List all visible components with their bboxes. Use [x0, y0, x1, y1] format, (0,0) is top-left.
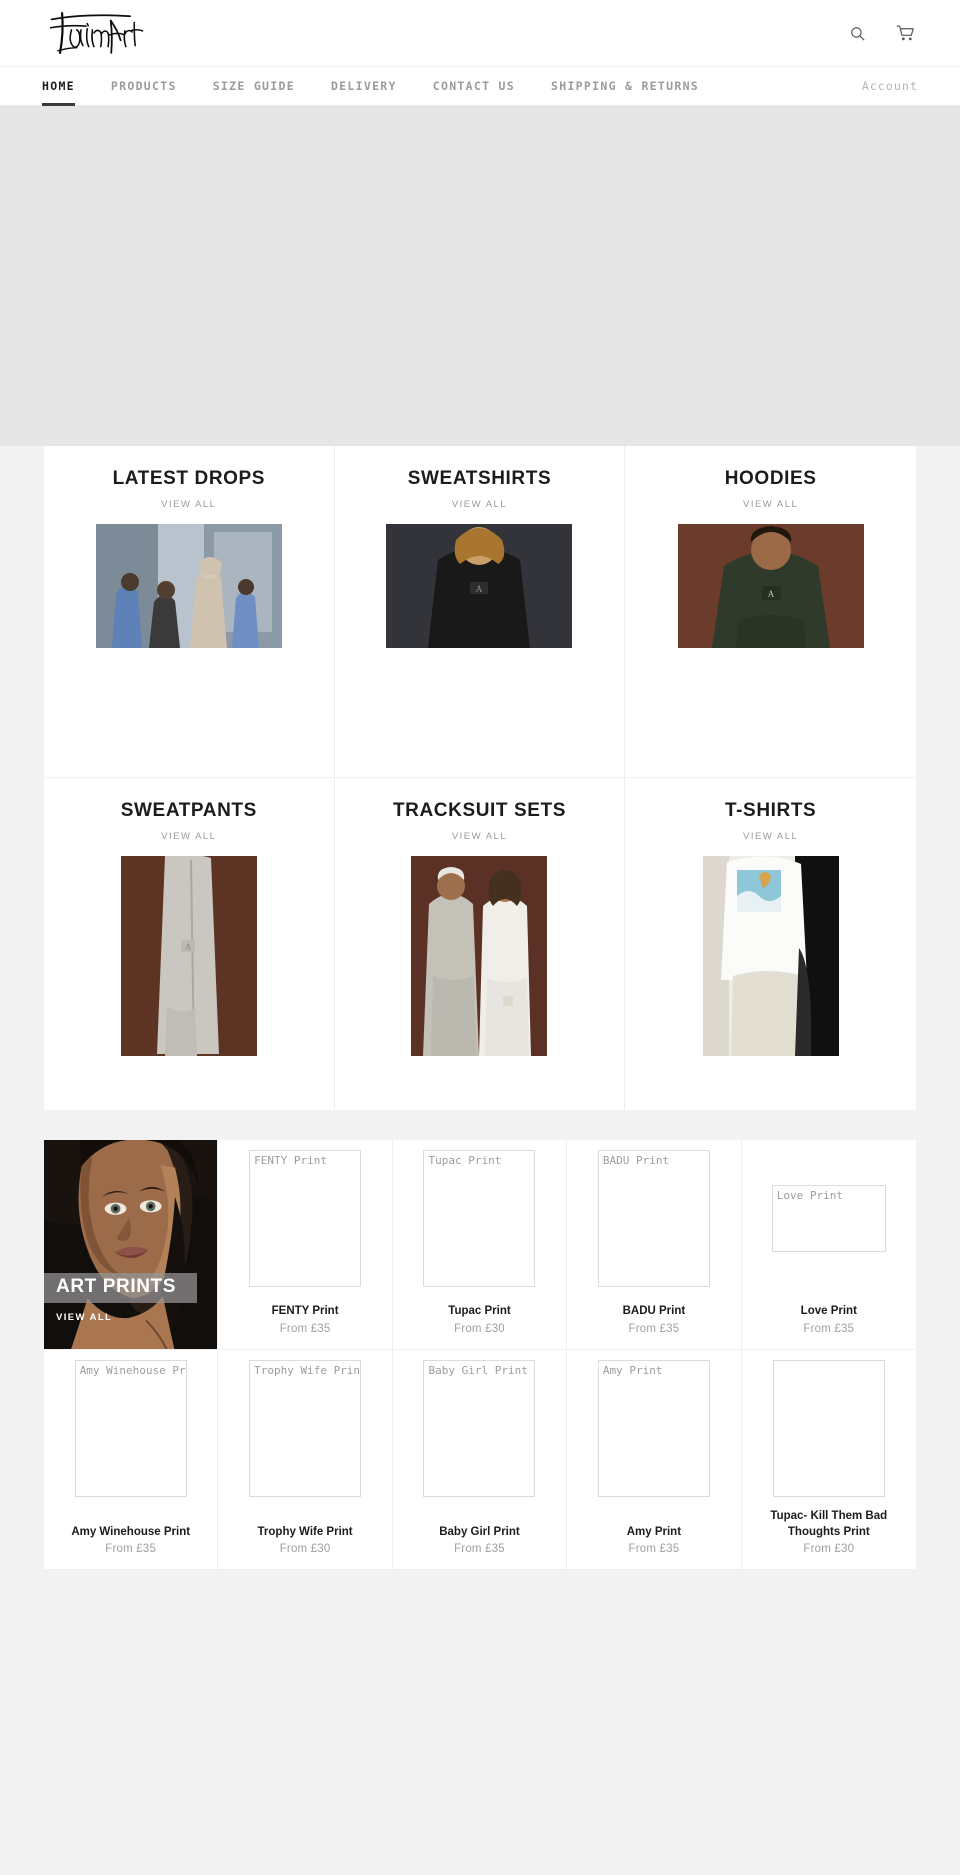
- product-title: Love Print: [800, 1305, 857, 1318]
- collection-card-art-prints[interactable]: ART PRINTS VIEW ALL: [44, 1140, 219, 1350]
- site-logo[interactable]: [36, 10, 147, 56]
- collection-title: SWEATPANTS: [120, 800, 257, 821]
- collection-card-latest-drops[interactable]: LATEST DROPS VIEW ALL: [44, 446, 335, 778]
- homepage: HOME PRODUCTS SIZE GUIDE DELIVERY CONTAC…: [0, 0, 960, 1571]
- collection-view-all[interactable]: VIEW ALL: [452, 499, 507, 510]
- account-link[interactable]: Account: [862, 67, 924, 105]
- collection-card-sweatshirts[interactable]: SWEATSHIRTS VIEW ALL A: [334, 446, 626, 778]
- header-actions: [844, 20, 924, 46]
- product-price: From £35: [454, 1543, 505, 1556]
- product-title: Tupac Print: [448, 1305, 511, 1318]
- collection-view-all[interactable]: VIEW ALL: [743, 831, 798, 842]
- collection-card-sweatpants[interactable]: SWEATPANTS VIEW ALL A: [44, 778, 335, 1110]
- collections-grid: LATEST DROPS VIEW ALL SWEATSHIRTS VIEW A…: [44, 446, 916, 1110]
- product-meta: Amy Print From £35: [575, 1513, 732, 1556]
- product-image-placeholder: Tupac Print: [423, 1150, 536, 1287]
- collection-title: T-SHIRTS: [724, 800, 817, 821]
- product-meta: Love Print From £35: [750, 1292, 908, 1335]
- collection-view-all[interactable]: VIEW ALL: [161, 831, 216, 842]
- product-title: FENTY Print: [271, 1305, 339, 1318]
- collection-image-t-shirts: [702, 856, 839, 1056]
- product-meta: Tupac Print From £30: [401, 1292, 558, 1335]
- product-image-placeholder: Baby Girl Print: [423, 1360, 536, 1497]
- collection-view-all[interactable]: VIEW ALL: [56, 1312, 112, 1323]
- product-image-placeholder: BADU Print: [597, 1150, 710, 1287]
- hero-banner: [0, 106, 960, 482]
- nav-item-products[interactable]: PRODUCTS: [93, 67, 195, 105]
- product-price: From £35: [628, 1323, 680, 1335]
- product-card[interactable]: Tupac- Kill Them Bad Thoughts Print From…: [741, 1350, 916, 1571]
- product-card[interactable]: Love Print Love Print From £35: [741, 1140, 916, 1350]
- product-price: From £30: [803, 1543, 855, 1556]
- collection-image-latest-drops: [95, 524, 282, 648]
- collection-title: LATEST DROPS: [112, 468, 266, 489]
- product-image-placeholder: FENTY Print: [249, 1150, 362, 1287]
- product-card[interactable]: Trophy Wife Print Trophy Wife Print From…: [218, 1350, 393, 1571]
- collection-view-all[interactable]: VIEW ALL: [452, 831, 507, 842]
- product-card[interactable]: Tupac Print Tupac Print From £30: [392, 1140, 568, 1350]
- product-image-placeholder: Amy Winehouse Print: [74, 1360, 187, 1497]
- svg-text:A: A: [185, 942, 192, 952]
- collection-card-tracksuit-sets[interactable]: TRACKSUIT SETS VIEW ALL: [334, 778, 626, 1110]
- product-price: From £35: [803, 1323, 855, 1335]
- product-price: From £35: [279, 1323, 331, 1335]
- product-price: From £35: [105, 1543, 157, 1556]
- collection-card-hoodies[interactable]: HOODIES VIEW ALL A: [625, 446, 916, 778]
- product-title: Amy Print: [626, 1525, 682, 1538]
- product-image-placeholder: [772, 1360, 885, 1497]
- nav-item-contact-us[interactable]: CONTACT US: [415, 67, 533, 105]
- collection-image-tracksuit-sets: [411, 856, 548, 1056]
- product-image-placeholder: Trophy Wife Print: [249, 1360, 362, 1497]
- collection-view-all[interactable]: VIEW ALL: [161, 499, 216, 510]
- product-meta: Baby Girl Print From £35: [401, 1513, 558, 1556]
- nav-item-shipping-returns[interactable]: SHIPPING & RETURNS: [533, 67, 717, 105]
- collection-title: ART PRINTS: [56, 1276, 176, 1298]
- product-title: Trophy Wife Print: [257, 1525, 353, 1538]
- product-title: Baby Girl Print: [439, 1525, 520, 1538]
- product-card[interactable]: FENTY Print FENTY Print From £35: [218, 1140, 393, 1350]
- product-card[interactable]: Amy Winehouse Print Amy Winehouse Print …: [44, 1350, 219, 1571]
- product-meta: BADU Print From £35: [575, 1292, 732, 1335]
- product-card[interactable]: Baby Girl Print Baby Girl Print From £35: [392, 1350, 568, 1571]
- collection-title: HOODIES: [724, 468, 817, 489]
- fatimart-logo-icon: [49, 12, 144, 54]
- collection-image-sweatpants: A: [120, 856, 257, 1056]
- product-title: Amy Winehouse Print: [71, 1525, 191, 1538]
- collection-image-hoodies: A: [677, 524, 864, 648]
- site-header: [0, 0, 960, 66]
- product-meta: Trophy Wife Print From £30: [226, 1513, 383, 1556]
- collection-title: SWEATSHIRTS: [407, 468, 552, 489]
- nav-item-delivery[interactable]: DELIVERY: [313, 67, 415, 105]
- art-prints-section: ART PRINTS VIEW ALL FENTY Print FENTY Pr…: [0, 1110, 960, 1571]
- product-image-placeholder: Amy Print: [597, 1360, 710, 1497]
- main-navigation: HOME PRODUCTS SIZE GUIDE DELIVERY CONTAC…: [0, 66, 960, 106]
- product-card[interactable]: BADU Print BADU Print From £35: [567, 1140, 742, 1350]
- svg-text:A: A: [767, 589, 774, 599]
- product-price: From £30: [454, 1323, 505, 1335]
- product-meta: Amy Winehouse Print From £35: [52, 1513, 209, 1556]
- product-meta: FENTY Print From £35: [226, 1292, 383, 1335]
- art-prints-overlay: ART PRINTS: [44, 1273, 197, 1303]
- product-meta: Tupac- Kill Them Bad Thoughts Print From…: [750, 1497, 908, 1555]
- product-price: From £35: [628, 1543, 680, 1556]
- product-title: Tupac- Kill Them Bad Thoughts Print: [770, 1510, 888, 1538]
- product-price: From £30: [279, 1543, 331, 1556]
- product-image-placeholder: Love Print: [771, 1185, 886, 1252]
- search-icon[interactable]: [844, 20, 870, 46]
- collections-section: LATEST DROPS VIEW ALL SWEATSHIRTS VIEW A…: [0, 446, 960, 1110]
- nav-list: HOME PRODUCTS SIZE GUIDE DELIVERY CONTAC…: [36, 67, 717, 106]
- collection-title: TRACKSUIT SETS: [392, 800, 567, 821]
- svg-text:A: A: [476, 584, 483, 594]
- art-prints-grid: ART PRINTS VIEW ALL FENTY Print FENTY Pr…: [44, 1140, 916, 1571]
- nav-item-size-guide[interactable]: SIZE GUIDE: [195, 67, 313, 105]
- product-card[interactable]: Amy Print Amy Print From £35: [567, 1350, 742, 1571]
- collection-view-all[interactable]: VIEW ALL: [743, 499, 798, 510]
- collection-image-sweatshirts: A: [386, 524, 573, 648]
- shopping-cart-icon[interactable]: [892, 20, 918, 46]
- collection-card-t-shirts[interactable]: T-SHIRTS VIEW ALL: [625, 778, 916, 1110]
- nav-item-home[interactable]: HOME: [36, 67, 93, 106]
- product-title: BADU Print: [622, 1305, 686, 1318]
